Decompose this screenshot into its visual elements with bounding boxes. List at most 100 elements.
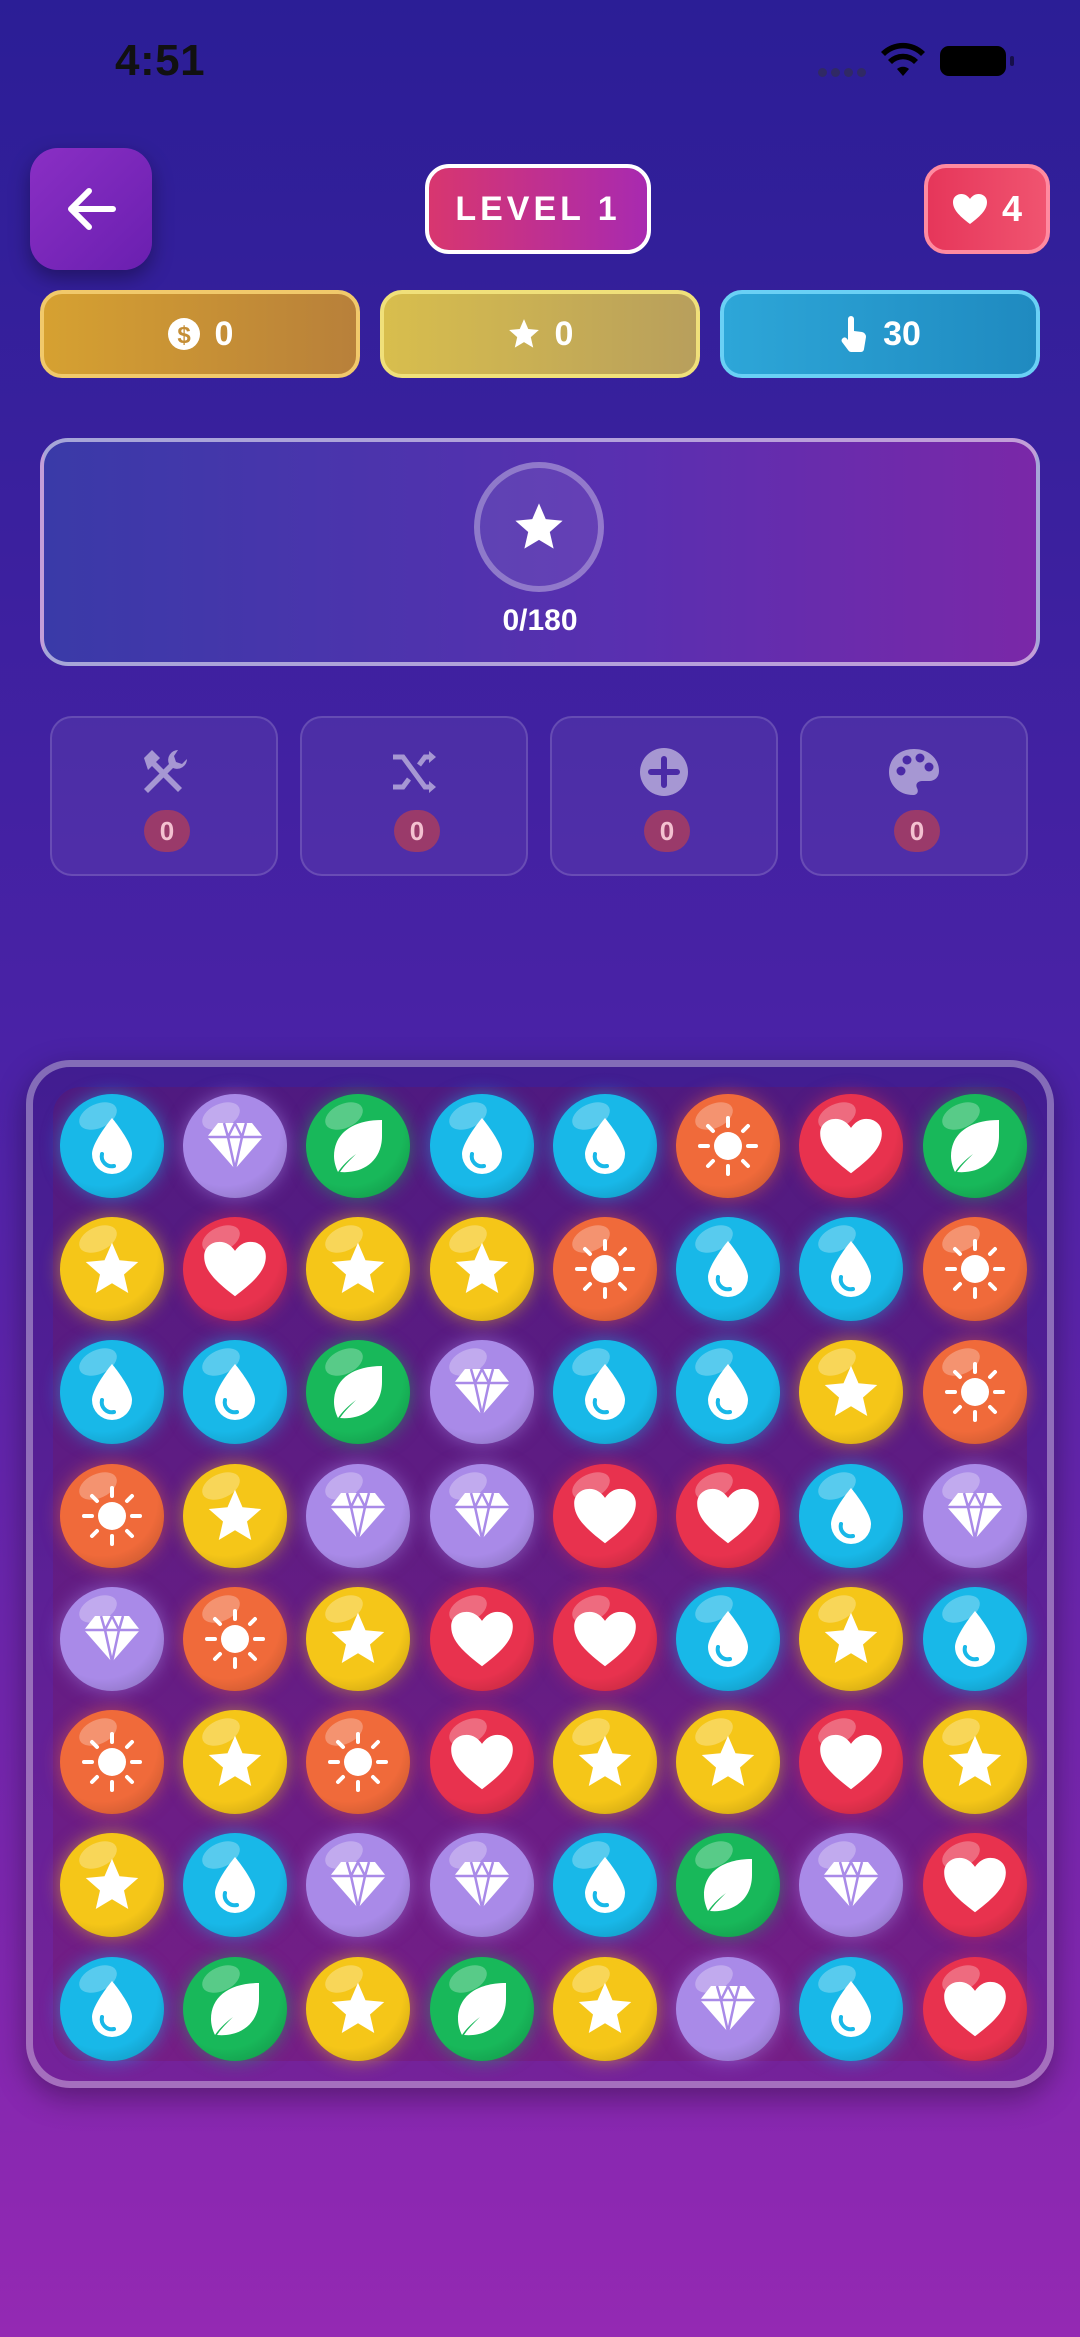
diamond-icon bbox=[327, 1489, 389, 1542]
heart-tile[interactable] bbox=[552, 1586, 657, 1691]
drop-icon bbox=[456, 1116, 508, 1176]
lives-badge[interactable]: 4 bbox=[924, 164, 1050, 254]
star-tile[interactable] bbox=[799, 1340, 904, 1445]
star-tile[interactable] bbox=[182, 1710, 287, 1815]
drop-tile[interactable] bbox=[799, 1463, 904, 1568]
sun-tile[interactable] bbox=[59, 1710, 164, 1815]
star-tile[interactable] bbox=[306, 1956, 411, 2061]
drop-tile[interactable] bbox=[922, 1586, 1027, 1691]
heart-icon bbox=[952, 194, 987, 224]
diamond-tile[interactable] bbox=[799, 1833, 904, 1938]
heart-icon bbox=[202, 1240, 268, 1298]
heart-tile[interactable] bbox=[552, 1463, 657, 1568]
sun-tile[interactable] bbox=[552, 1216, 657, 1321]
star-tile[interactable] bbox=[59, 1833, 164, 1938]
star-tile[interactable] bbox=[306, 1586, 411, 1691]
diamond-tile[interactable] bbox=[676, 1956, 781, 2061]
heart-tile[interactable] bbox=[922, 1833, 1027, 1938]
heart-tile[interactable] bbox=[429, 1710, 534, 1815]
star-icon bbox=[821, 1362, 881, 1422]
star-icon bbox=[575, 1732, 635, 1792]
star-tile[interactable] bbox=[306, 1216, 411, 1321]
leaf-tile[interactable] bbox=[182, 1956, 287, 2061]
diamond-tile[interactable] bbox=[306, 1833, 411, 1938]
drop-tile[interactable] bbox=[182, 1340, 287, 1445]
booster-tools[interactable]: 0 bbox=[50, 716, 278, 876]
leaf-tile[interactable] bbox=[922, 1093, 1027, 1198]
star-tile[interactable] bbox=[552, 1956, 657, 2061]
drop-tile[interactable] bbox=[59, 1093, 164, 1198]
leaf-tile[interactable] bbox=[306, 1340, 411, 1445]
arrow-left-icon bbox=[68, 188, 116, 230]
drop-tile[interactable] bbox=[429, 1093, 534, 1198]
diamond-tile[interactable] bbox=[182, 1093, 287, 1198]
drop-tile[interactable] bbox=[552, 1833, 657, 1938]
plus-circle-icon bbox=[552, 744, 776, 800]
diamond-tile[interactable] bbox=[429, 1833, 534, 1938]
star-icon bbox=[945, 1732, 1005, 1792]
star-tile[interactable] bbox=[552, 1710, 657, 1815]
star-tile[interactable] bbox=[799, 1586, 904, 1691]
drop-icon bbox=[209, 1362, 261, 1422]
drop-tile[interactable] bbox=[799, 1956, 904, 2061]
drop-tile[interactable] bbox=[552, 1093, 657, 1198]
stars-counter: 0 bbox=[380, 290, 700, 378]
goal-progress: 0/180 bbox=[502, 604, 578, 637]
diamond-tile[interactable] bbox=[59, 1586, 164, 1691]
booster-paint[interactable]: 0 bbox=[800, 716, 1028, 876]
diamond-tile[interactable] bbox=[429, 1463, 534, 1568]
sun-tile[interactable] bbox=[922, 1340, 1027, 1445]
drop-tile[interactable] bbox=[799, 1216, 904, 1321]
heart-tile[interactable] bbox=[676, 1463, 781, 1568]
diamond-icon bbox=[697, 1982, 759, 2035]
star-tile[interactable] bbox=[676, 1710, 781, 1815]
star-icon bbox=[82, 1239, 142, 1299]
sun-tile[interactable] bbox=[922, 1216, 1027, 1321]
diamond-icon bbox=[451, 1489, 513, 1542]
heart-tile[interactable] bbox=[182, 1216, 287, 1321]
drop-icon bbox=[825, 1486, 877, 1546]
level-label: LEVEL 1 bbox=[455, 189, 621, 228]
sun-tile[interactable] bbox=[59, 1463, 164, 1568]
star-icon bbox=[575, 1979, 635, 2039]
star-tile[interactable] bbox=[182, 1463, 287, 1568]
heart-icon bbox=[695, 1487, 761, 1545]
booster-add[interactable]: 0 bbox=[550, 716, 778, 876]
leaf-tile[interactable] bbox=[306, 1093, 411, 1198]
diamond-icon bbox=[820, 1859, 882, 1911]
drop-tile[interactable] bbox=[59, 1956, 164, 2061]
star-tile[interactable] bbox=[922, 1710, 1027, 1815]
back-button[interactable] bbox=[30, 148, 152, 270]
leaf-tile[interactable] bbox=[676, 1833, 781, 1938]
heart-tile[interactable] bbox=[429, 1586, 534, 1691]
sun-tile[interactable] bbox=[676, 1093, 781, 1198]
leaf-tile[interactable] bbox=[429, 1956, 534, 2061]
diamond-tile[interactable] bbox=[922, 1463, 1027, 1568]
star-tile[interactable] bbox=[59, 1216, 164, 1321]
star-tile[interactable] bbox=[429, 1216, 534, 1321]
diamond-tile[interactable] bbox=[429, 1340, 534, 1445]
coin-icon: $ bbox=[167, 318, 200, 350]
sun-icon bbox=[203, 1607, 267, 1671]
tap-icon bbox=[841, 316, 867, 352]
drop-tile[interactable] bbox=[59, 1340, 164, 1445]
drop-tile[interactable] bbox=[676, 1340, 781, 1445]
star-icon bbox=[82, 1855, 142, 1915]
drop-tile[interactable] bbox=[676, 1586, 781, 1691]
booster-shuffle[interactable]: 0 bbox=[300, 716, 528, 876]
sun-icon bbox=[326, 1730, 390, 1794]
diamond-tile[interactable] bbox=[306, 1463, 411, 1568]
sun-tile[interactable] bbox=[182, 1586, 287, 1691]
booster-count: 0 bbox=[144, 810, 190, 852]
goal-panel: 0/180 bbox=[40, 438, 1040, 666]
drop-icon bbox=[825, 1239, 877, 1299]
sun-tile[interactable] bbox=[306, 1710, 411, 1815]
drop-tile[interactable] bbox=[676, 1216, 781, 1321]
heart-icon bbox=[449, 1610, 515, 1668]
heart-tile[interactable] bbox=[922, 1956, 1027, 2061]
heart-tile[interactable] bbox=[799, 1710, 904, 1815]
drop-tile[interactable] bbox=[182, 1833, 287, 1938]
heart-tile[interactable] bbox=[799, 1093, 904, 1198]
booster-count: 0 bbox=[644, 810, 690, 852]
drop-tile[interactable] bbox=[552, 1340, 657, 1445]
